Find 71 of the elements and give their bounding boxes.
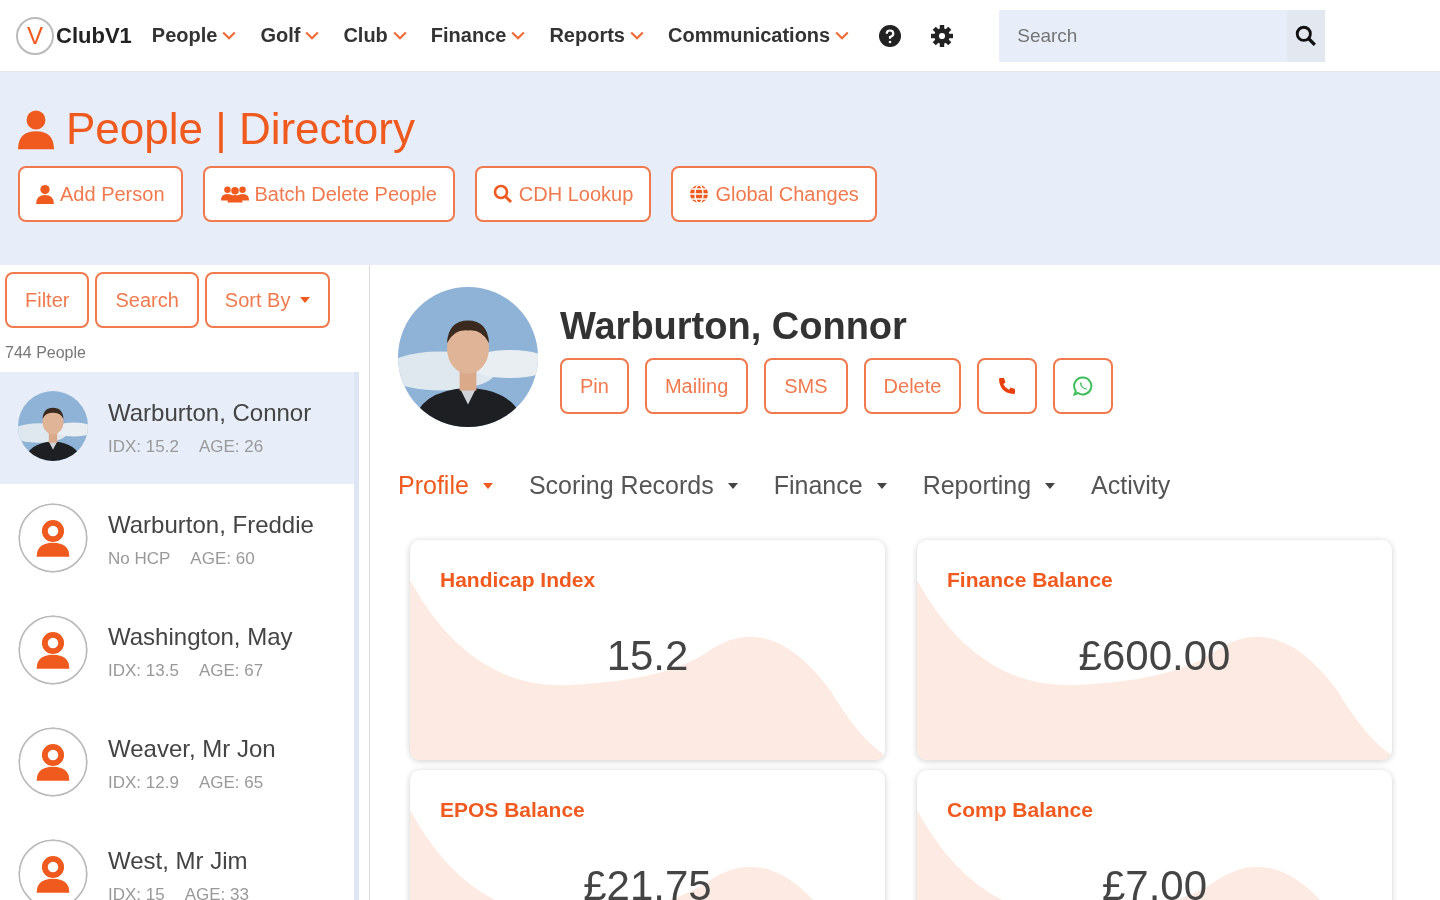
phone-button[interactable] — [977, 358, 1038, 414]
nav-menu[interactable]: Finance — [430, 24, 526, 47]
chevron-icon — [222, 30, 237, 41]
logo-icon: V — [16, 16, 54, 55]
person-name: West, Mr Jim — [108, 847, 249, 875]
nav-menu[interactable]: Reports — [549, 24, 644, 47]
people-icon — [220, 184, 249, 204]
handicap-text: No HCP — [108, 549, 171, 569]
chevron-icon — [392, 30, 407, 41]
caret-icon — [1045, 482, 1056, 489]
age-text: AGE: 65 — [198, 773, 264, 793]
handicap-text: IDX: 12.9 — [108, 773, 179, 793]
caret-icon — [727, 482, 738, 489]
person-icon — [36, 184, 54, 204]
profile-tab[interactable]: Activity — [1091, 471, 1171, 500]
card-value: £600.00 — [1077, 632, 1232, 680]
search-icon — [492, 184, 513, 204]
person-list-item[interactable]: Washington, May IDX: 13.5 AGE: 67 — [0, 596, 354, 708]
chevron-icon — [511, 30, 526, 41]
handicap-text: IDX: 15 — [108, 885, 165, 900]
nav-menu[interactable]: Club — [343, 24, 407, 47]
person-name: Washington, May — [108, 623, 293, 651]
age-text: AGE: 26 — [198, 437, 264, 457]
handicap-text: IDX: 13.5 — [108, 661, 179, 681]
chevron-icon — [305, 30, 320, 41]
person-list-item[interactable]: West, Mr Jim IDX: 15 AGE: 33 — [0, 820, 354, 900]
avatar-icon — [18, 727, 88, 797]
nav-menu[interactable]: People — [151, 24, 237, 47]
person-list-item[interactable]: Warburton, Freddie No HCP AGE: 60 — [0, 484, 354, 596]
search-field[interactable]: Search — [999, 9, 1288, 62]
nav-menu[interactable]: Golf — [260, 24, 320, 47]
person-icon — [18, 108, 54, 150]
card-title: Finance Balance — [946, 567, 1114, 592]
chevron-icon — [835, 30, 850, 41]
people-count: 744 People — [4, 343, 87, 363]
page-title: People | Directory — [66, 104, 415, 154]
person-name: Warburton, Freddie — [108, 511, 314, 539]
profile-tab[interactable]: Scoring Records — [528, 471, 738, 500]
globe-icon — [689, 184, 710, 204]
handicap-text: IDX: 15.2 — [108, 437, 179, 457]
card-title: Handicap Index — [439, 567, 597, 592]
card-value: £21.75 — [582, 862, 713, 900]
caret-icon — [300, 297, 311, 303]
person-name: Warburton, Connor — [108, 399, 312, 427]
chevron-icon — [629, 30, 644, 41]
person-list-item[interactable]: Warburton, Connor IDX: 15.2 AGE: 26 — [0, 372, 354, 484]
card-value: £7.00 — [1100, 862, 1209, 900]
avatar-icon — [18, 503, 88, 573]
card-title: Comp Balance — [946, 797, 1094, 822]
caret-icon — [876, 482, 887, 489]
card-title: EPOS Balance — [439, 797, 586, 822]
nav-menu[interactable]: Communications — [667, 24, 850, 47]
profile-tab[interactable]: Reporting — [922, 471, 1056, 500]
person-list-item[interactable]: Weaver, Mr Jon IDX: 12.9 AGE: 65 — [0, 708, 354, 820]
age-text: AGE: 67 — [198, 661, 264, 681]
avatar-icon — [18, 615, 88, 685]
whatsapp-button[interactable] — [1053, 358, 1114, 414]
settings-icon[interactable] — [931, 24, 954, 47]
card-value: 15.2 — [605, 632, 690, 680]
age-text: AGE: 33 — [184, 885, 249, 900]
phone-icon — [997, 376, 1018, 396]
person-name: Weaver, Mr Jon — [108, 735, 276, 763]
search-icon — [1295, 24, 1318, 47]
age-text: AGE: 60 — [190, 549, 255, 569]
profile-tab[interactable]: Finance — [773, 471, 887, 500]
person-name: Warburton, Connor — [560, 305, 908, 348]
chat-bubble-icon — [1073, 376, 1094, 396]
search-button[interactable] — [1287, 9, 1326, 62]
help-icon[interactable] — [879, 24, 902, 47]
brand-name: ClubV1 — [56, 22, 132, 49]
caret-icon — [482, 482, 493, 489]
